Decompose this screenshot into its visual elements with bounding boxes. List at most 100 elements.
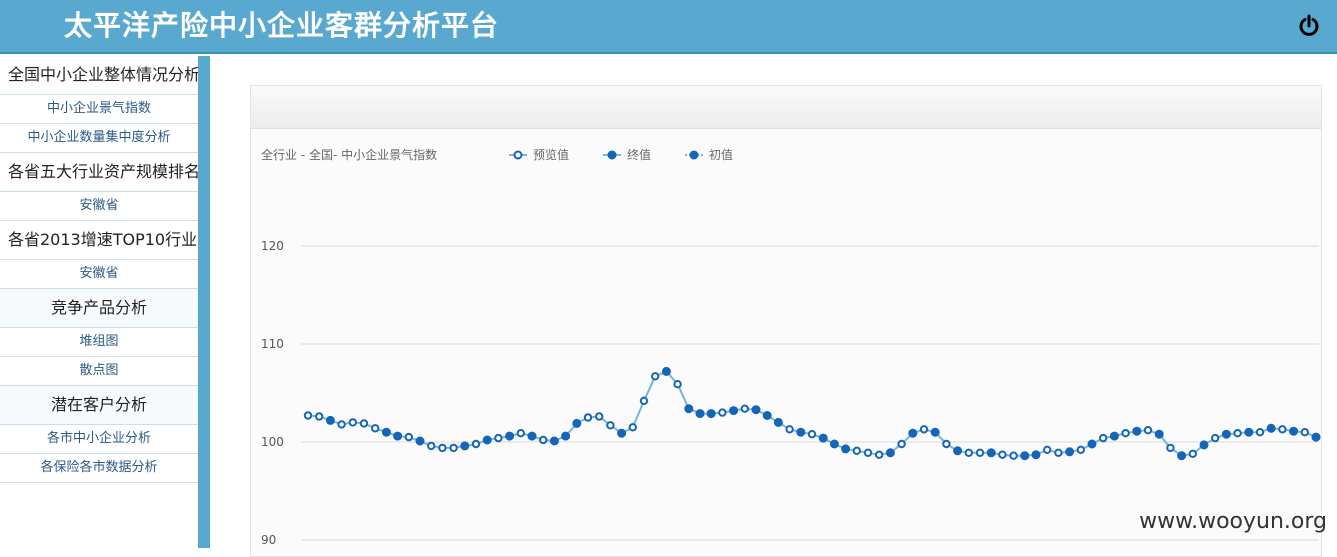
data-point[interactable] (1166, 443, 1175, 453)
data-point[interactable] (1009, 451, 1018, 460)
data-point[interactable] (718, 408, 727, 417)
data-point[interactable] (1199, 440, 1209, 450)
data-point[interactable] (863, 448, 873, 457)
sidebar-resize-handle[interactable] (198, 56, 210, 548)
data-point[interactable] (471, 439, 481, 449)
data-point[interactable] (773, 417, 783, 427)
data-point[interactable] (1054, 448, 1063, 457)
data-point[interactable] (348, 418, 358, 427)
data-point[interactable] (1031, 450, 1041, 460)
data-point[interactable] (1143, 426, 1153, 435)
data-point[interactable] (829, 439, 839, 449)
data-point[interactable] (583, 413, 593, 422)
data-point[interactable] (1221, 429, 1231, 439)
data-point[interactable] (807, 430, 817, 439)
data-point[interactable] (908, 428, 918, 438)
data-point[interactable] (303, 411, 313, 420)
data-point[interactable] (998, 450, 1007, 459)
data-point[interactable] (404, 432, 414, 442)
data-point[interactable] (427, 441, 436, 451)
data-point[interactable] (371, 424, 380, 433)
sidebar-item-concentration[interactable]: 中小企业数量集中度分析 (0, 124, 198, 153)
data-point[interactable] (930, 427, 940, 437)
data-point[interactable] (1065, 447, 1075, 457)
power-icon[interactable] (1297, 14, 1321, 38)
data-point[interactable] (1211, 433, 1220, 443)
data-point[interactable] (381, 427, 391, 437)
data-point[interactable] (1188, 449, 1197, 458)
data-point[interactable] (516, 429, 525, 438)
data-point[interactable] (482, 435, 492, 445)
sidebar-item-scatter-chart[interactable]: 散点图 (0, 357, 198, 386)
data-point[interactable] (751, 405, 761, 415)
data-point[interactable] (325, 415, 335, 425)
data-point[interactable] (964, 448, 973, 457)
data-point[interactable] (695, 409, 705, 419)
data-point[interactable] (661, 366, 671, 376)
data-point[interactable] (1311, 432, 1321, 442)
sidebar-item-anhui-1[interactable]: 安徽省 (0, 192, 198, 221)
data-point[interactable] (875, 450, 884, 459)
data-point[interactable] (651, 372, 660, 381)
data-point[interactable] (572, 418, 582, 428)
data-point[interactable] (628, 423, 637, 432)
sidebar-item-insurance-city[interactable]: 各保险各市数据分析 (0, 454, 198, 483)
data-point[interactable] (729, 406, 739, 416)
data-point[interactable] (1020, 451, 1030, 461)
data-point[interactable] (706, 409, 716, 419)
data-point[interactable] (549, 436, 559, 446)
data-point[interactable] (986, 448, 996, 458)
data-point[interactable] (684, 404, 694, 414)
sidebar-section-competition[interactable]: 竞争产品分析 (0, 289, 198, 328)
data-point[interactable] (852, 446, 861, 455)
data-point[interactable] (1087, 439, 1097, 449)
sidebar-section-potential-customers[interactable]: 潜在客户分析 (0, 386, 198, 425)
data-point[interactable] (841, 444, 851, 454)
legend-item[interactable]: 初值 (685, 147, 733, 162)
data-point[interactable] (673, 380, 682, 389)
data-point[interactable] (1099, 433, 1108, 443)
sidebar-section-asset-ranking[interactable]: 各省五大行业资产规模排名 (0, 153, 198, 192)
data-point[interactable] (1132, 426, 1142, 436)
sidebar-section-growth-top10[interactable]: 各省2013增速TOP10行业 (0, 221, 198, 260)
data-point[interactable] (1266, 423, 1276, 433)
sidebar-item-anhui-2[interactable]: 安徽省 (0, 260, 198, 289)
data-point[interactable] (762, 411, 772, 420)
data-point[interactable] (438, 443, 447, 453)
data-point[interactable] (359, 419, 369, 428)
data-point[interactable] (1076, 445, 1085, 454)
data-point[interactable] (449, 443, 458, 453)
data-point[interactable] (1255, 428, 1265, 437)
sidebar-item-stacked-chart[interactable]: 堆组图 (0, 328, 198, 357)
data-point[interactable] (617, 428, 627, 438)
data-point[interactable] (919, 425, 929, 434)
data-point[interactable] (897, 439, 906, 449)
legend-item[interactable]: 终值 (603, 147, 651, 162)
data-point[interactable] (1278, 425, 1287, 434)
data-point[interactable] (460, 441, 470, 451)
data-point[interactable] (1289, 426, 1299, 436)
data-point[interactable] (1121, 429, 1130, 438)
data-point[interactable] (785, 425, 794, 434)
data-point[interactable] (415, 436, 425, 446)
data-point[interactable] (1244, 427, 1254, 437)
data-point[interactable] (1233, 429, 1242, 438)
data-point[interactable] (1177, 451, 1187, 461)
data-point[interactable] (1043, 445, 1052, 454)
data-point[interactable] (818, 433, 828, 443)
legend-item[interactable]: 预览值 (509, 147, 569, 162)
data-point[interactable] (1109, 431, 1119, 441)
data-point[interactable] (885, 448, 895, 458)
data-point[interactable] (796, 427, 806, 437)
data-point[interactable] (494, 433, 503, 443)
data-point[interactable] (505, 431, 515, 441)
sidebar-item-prosperity-index[interactable]: 中小企业景气指数 (0, 95, 198, 124)
data-point[interactable] (393, 431, 403, 441)
data-point[interactable] (740, 404, 749, 413)
data-point[interactable] (953, 446, 963, 456)
data-point[interactable] (975, 448, 985, 457)
data-point[interactable] (639, 396, 649, 405)
data-point[interactable] (1300, 428, 1310, 437)
data-point[interactable] (606, 421, 615, 430)
data-point[interactable] (539, 435, 548, 445)
